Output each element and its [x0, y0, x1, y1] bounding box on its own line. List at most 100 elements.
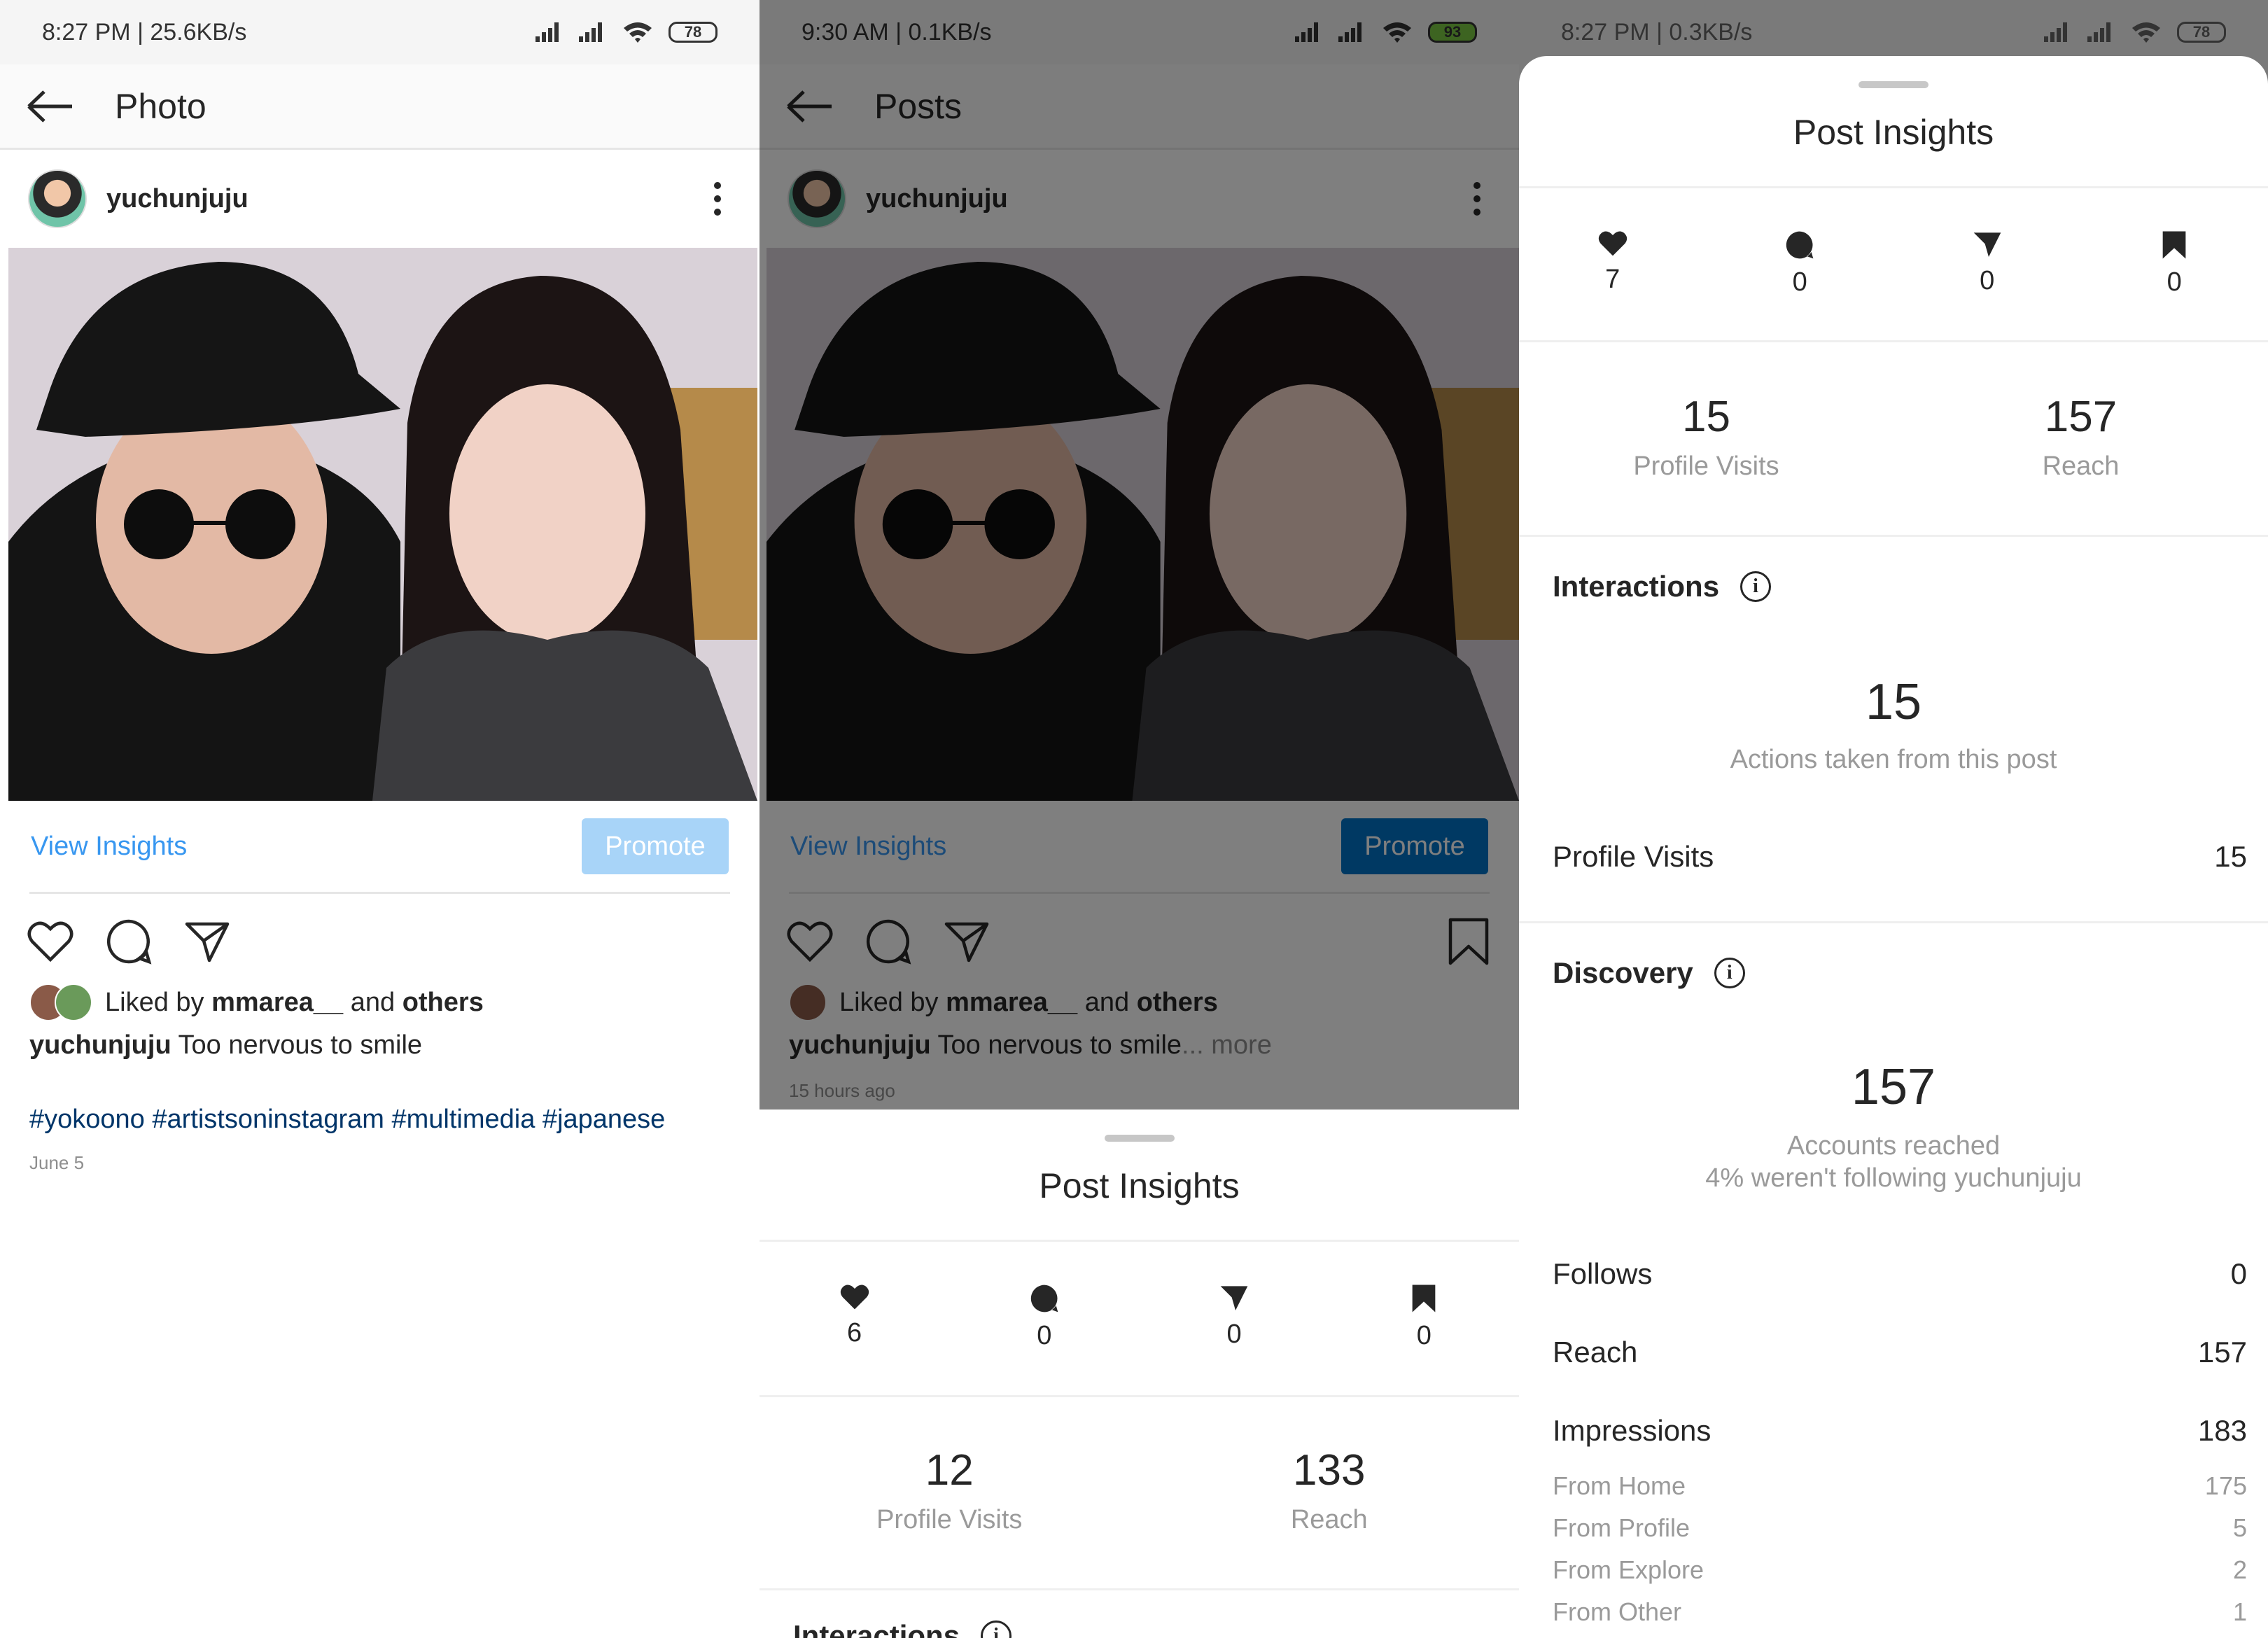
row-label: From Explore	[1553, 1555, 1704, 1584]
interactions-heading: Interactions i	[793, 1619, 1012, 1638]
info-icon[interactable]: i	[1740, 571, 1772, 602]
liked-by-text: Liked by mmarea__ and others	[839, 988, 1218, 1018]
saves-count: 0	[2166, 267, 2182, 297]
hashtags[interactable]: #yokoono #artistsoninstagram #multimedia…	[29, 1105, 665, 1135]
liked-by[interactable]: Liked by mmarea__ and others	[789, 983, 1218, 1021]
shares-count: 0	[1226, 1320, 1242, 1349]
sheet-handle[interactable]	[1104, 1135, 1175, 1142]
reach-stat: 157 Reach	[1893, 392, 2268, 482]
send-icon	[944, 922, 989, 962]
info-icon[interactable]: i	[1714, 958, 1745, 988]
post-username[interactable]: yuchunjuju	[866, 184, 1463, 214]
saves-stat: 0	[1329, 1283, 1519, 1351]
liker-avatars	[29, 983, 92, 1021]
share-button[interactable]	[941, 916, 992, 967]
divider	[760, 1395, 1519, 1397]
bookmark-icon	[1448, 918, 1489, 965]
insights-row: View Insights Promote	[0, 801, 760, 892]
discovery-heading: Discovery i	[1553, 956, 1745, 990]
summary-stats: 12 Profile Visits 133 Reach	[760, 1446, 1519, 1535]
top-bar: Photo	[0, 64, 760, 150]
like-button[interactable]	[785, 916, 835, 967]
save-button[interactable]	[1443, 916, 1494, 967]
caption-more-link[interactable]: ... more	[1182, 1030, 1272, 1060]
caption-username[interactable]: yuchunjuju	[789, 1030, 931, 1060]
bookmark-filled-icon	[1413, 1284, 1436, 1312]
avatar[interactable]	[28, 169, 87, 228]
sheet-title: Post Insights	[1039, 1166, 1240, 1205]
liked-others[interactable]: others	[1137, 988, 1218, 1017]
top-bar: Posts	[760, 64, 1519, 150]
signal-icon	[2044, 22, 2072, 42]
comment-button[interactable]	[863, 916, 913, 967]
liked-user[interactable]: mmarea__	[211, 988, 343, 1017]
info-icon[interactable]: i	[981, 1620, 1012, 1638]
row-value: 5	[2232, 1513, 2247, 1542]
promote-button[interactable]: Promote	[1341, 818, 1488, 874]
comment-icon	[106, 919, 152, 965]
back-button[interactable]	[782, 85, 838, 127]
liked-user[interactable]: mmarea__	[946, 988, 1077, 1017]
more-options-button[interactable]	[1463, 178, 1491, 220]
comments-count: 0	[1792, 267, 1807, 297]
row-value: 175	[2204, 1471, 2247, 1500]
share-button[interactable]	[182, 916, 232, 967]
row-value: 15	[2214, 840, 2247, 873]
like-button[interactable]	[25, 916, 76, 967]
saves-count: 0	[1416, 1321, 1432, 1350]
sheet-handle[interactable]	[1858, 81, 1928, 88]
view-insights-link[interactable]: View Insights	[790, 832, 946, 862]
row-label: Reach	[1553, 1336, 1638, 1368]
interactions-title: Interactions	[1553, 570, 1720, 603]
caption-text: Too nervous to smile	[178, 1030, 423, 1060]
row-label: From Other	[1553, 1597, 1682, 1626]
page-title: Photo	[115, 86, 206, 126]
engagement-stats: 6 0 0 0	[760, 1283, 1519, 1351]
post-username[interactable]: yuchunjuju	[106, 184, 704, 214]
more-options-button[interactable]	[704, 178, 732, 220]
row-label: From Home	[1553, 1471, 1686, 1500]
wifi-icon	[1383, 22, 1411, 43]
row-value: 1	[2232, 1597, 2247, 1626]
heart-filled-icon	[840, 1284, 869, 1310]
status-icons: 78	[536, 21, 718, 43]
post-insights-sheet: Post Insights 7 0 0 0 15 Profile Visits …	[1519, 56, 2268, 1638]
from-home-row: From Home 175	[1553, 1471, 2247, 1501]
liked-and: and	[350, 987, 396, 1017]
liked-by[interactable]: Liked by mmarea__ and others	[29, 983, 484, 1021]
view-insights-link[interactable]: View Insights	[31, 832, 187, 862]
comment-filled-icon	[1030, 1284, 1058, 1312]
reach-label: Reach	[1290, 1505, 1368, 1534]
back-arrow-icon	[27, 90, 72, 122]
impressions-row: Impressions 183	[1553, 1414, 2247, 1448]
comments-stat: 0	[1707, 230, 1894, 298]
post-photo[interactable]	[766, 248, 1519, 801]
liked-prefix: Liked by	[839, 987, 939, 1017]
signal-icon	[536, 22, 564, 42]
back-button[interactable]	[22, 85, 78, 127]
photo-image	[8, 248, 757, 801]
promote-button[interactable]: Promote	[582, 818, 729, 874]
status-bar: 9:30 AM | 0.1KB/s 93	[760, 0, 1519, 64]
reach-row: Reach 157	[1553, 1336, 2247, 1369]
engagement-stats: 7 0 0 0	[1519, 230, 2268, 298]
caption-username[interactable]: yuchunjuju	[29, 1030, 172, 1060]
liked-and: and	[1084, 987, 1130, 1017]
comment-button[interactable]	[104, 916, 154, 967]
post-actions	[0, 910, 760, 973]
photo-screen: 8:27 PM | 25.6KB/s 78 Photo yuchunjuju V…	[0, 0, 760, 1638]
interactions-title: Interactions	[793, 1619, 960, 1638]
post-insights-sheet: Post Insights 6 0 0 0 12 Profile Visits …	[760, 1110, 1519, 1638]
post-actions	[760, 910, 1519, 973]
liked-others[interactable]: others	[402, 988, 484, 1017]
post-photo[interactable]	[8, 248, 757, 801]
summary-stats: 15 Profile Visits 157 Reach	[1519, 392, 2268, 482]
profile-visits-label: Profile Visits	[876, 1505, 1023, 1534]
bookmark-filled-icon	[2162, 231, 2186, 259]
battery-icon: 78	[2177, 22, 2226, 43]
avatar[interactable]	[788, 169, 846, 228]
back-arrow-icon	[787, 90, 832, 122]
status-icons: 78	[2044, 21, 2226, 43]
insights-screen: 8:27 PM | 0.3KB/s 78 Post Insights 7 0 0	[1519, 0, 2268, 1638]
divider	[1519, 535, 2268, 537]
